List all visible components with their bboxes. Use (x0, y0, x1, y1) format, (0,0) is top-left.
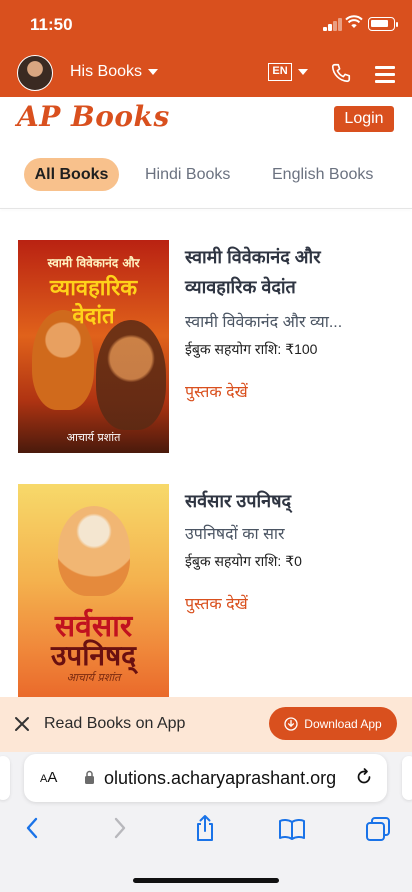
book-title[interactable]: सर्वसार उपनिषद् (185, 486, 390, 516)
book-subtitle: स्वामी विवेकानंद और व्या... (185, 314, 343, 331)
bookmarks-icon[interactable] (278, 818, 306, 840)
home-indicator (133, 878, 279, 883)
status-bar: 11:50 (0, 0, 412, 50)
address-bar[interactable]: AAAA olutions.acharyaprashant.org (24, 754, 387, 802)
download-icon (284, 716, 298, 731)
tab-english-books[interactable]: English Books (272, 158, 373, 191)
acharya-figure (96, 320, 166, 430)
hamburger-menu-icon[interactable] (375, 66, 395, 83)
tab-all-books[interactable]: All Books (24, 158, 119, 191)
back-icon[interactable] (24, 816, 40, 840)
language-label: EN (268, 63, 292, 81)
next-tab-preview[interactable] (402, 756, 412, 800)
book-title[interactable]: स्वामी विवेकानंद और व्यावहारिक वेदांत (185, 242, 390, 302)
book-price: ईबुक सहयोग राशि: ₹100 (185, 341, 318, 357)
download-app-button[interactable]: Download App (269, 707, 397, 740)
sage-figure (58, 506, 130, 596)
phone-icon[interactable] (330, 62, 352, 84)
share-icon[interactable] (193, 814, 217, 842)
url-text[interactable]: olutions.acharyaprashant.org (104, 768, 344, 789)
cover-title-line2: व्यावहारिक (49, 276, 138, 301)
view-book-link[interactable]: पुस्तक देखें (185, 592, 248, 614)
close-icon[interactable] (13, 715, 31, 733)
lock-icon (85, 770, 94, 784)
cover-author: आचार्य प्रशांत (66, 671, 121, 684)
avatar[interactable] (17, 55, 53, 91)
cover-title-line3: वेदांत (72, 304, 115, 329)
login-button[interactable]: Login (334, 106, 394, 132)
book-category-tabs: All Books Hindi Books English Books (0, 158, 412, 192)
download-app-banner: Read Books on App Download App (0, 697, 412, 752)
reader-settings-button[interactable]: AAAA (40, 769, 57, 786)
book-cover-image[interactable]: सर्वसार उपनिषद् आचार्य प्रशांत (18, 484, 169, 697)
divider (0, 208, 412, 209)
book-subtitle: उपनिषदों का सार (185, 526, 285, 543)
wifi-icon (345, 15, 363, 28)
his-books-dropdown[interactable]: His Books (70, 63, 159, 81)
download-app-label: Download App (304, 716, 382, 731)
tabs-icon[interactable] (365, 816, 391, 842)
forward-icon[interactable] (112, 816, 128, 840)
reload-icon[interactable] (354, 767, 374, 787)
status-time: 11:50 (30, 15, 73, 34)
battery-icon (368, 17, 398, 31)
cover-title-line1: स्वामी विवेकानंद और (47, 256, 140, 270)
browser-toolbar: AAAA olutions.acharyaprashant.org (0, 752, 412, 892)
cover-author: आचार्य प्रशांत (66, 431, 121, 444)
his-books-label: His Books (70, 63, 143, 80)
previous-tab-preview[interactable] (0, 756, 10, 800)
book-price: ईबुक सहयोग राशि: ₹0 (185, 553, 302, 569)
ap-books-logo[interactable]: AP Books (17, 100, 170, 133)
tab-hindi-books[interactable]: Hindi Books (145, 158, 230, 191)
language-selector[interactable]: EN (268, 63, 308, 81)
app-top-bar: 11:50 His Books EN (0, 0, 412, 97)
cover-title-line2: उपनिषद् (50, 639, 137, 672)
chevron-down-icon (148, 69, 159, 75)
view-book-link[interactable]: पुस्तक देखें (185, 380, 248, 402)
signal-icon (323, 18, 343, 31)
read-books-on-app-text: Read Books on App (44, 715, 186, 732)
app-header: His Books EN (0, 50, 412, 97)
chevron-down-icon (298, 69, 308, 75)
book-cover-image[interactable]: स्वामी विवेकानंद और व्यावहारिक वेदांत आच… (18, 240, 169, 453)
